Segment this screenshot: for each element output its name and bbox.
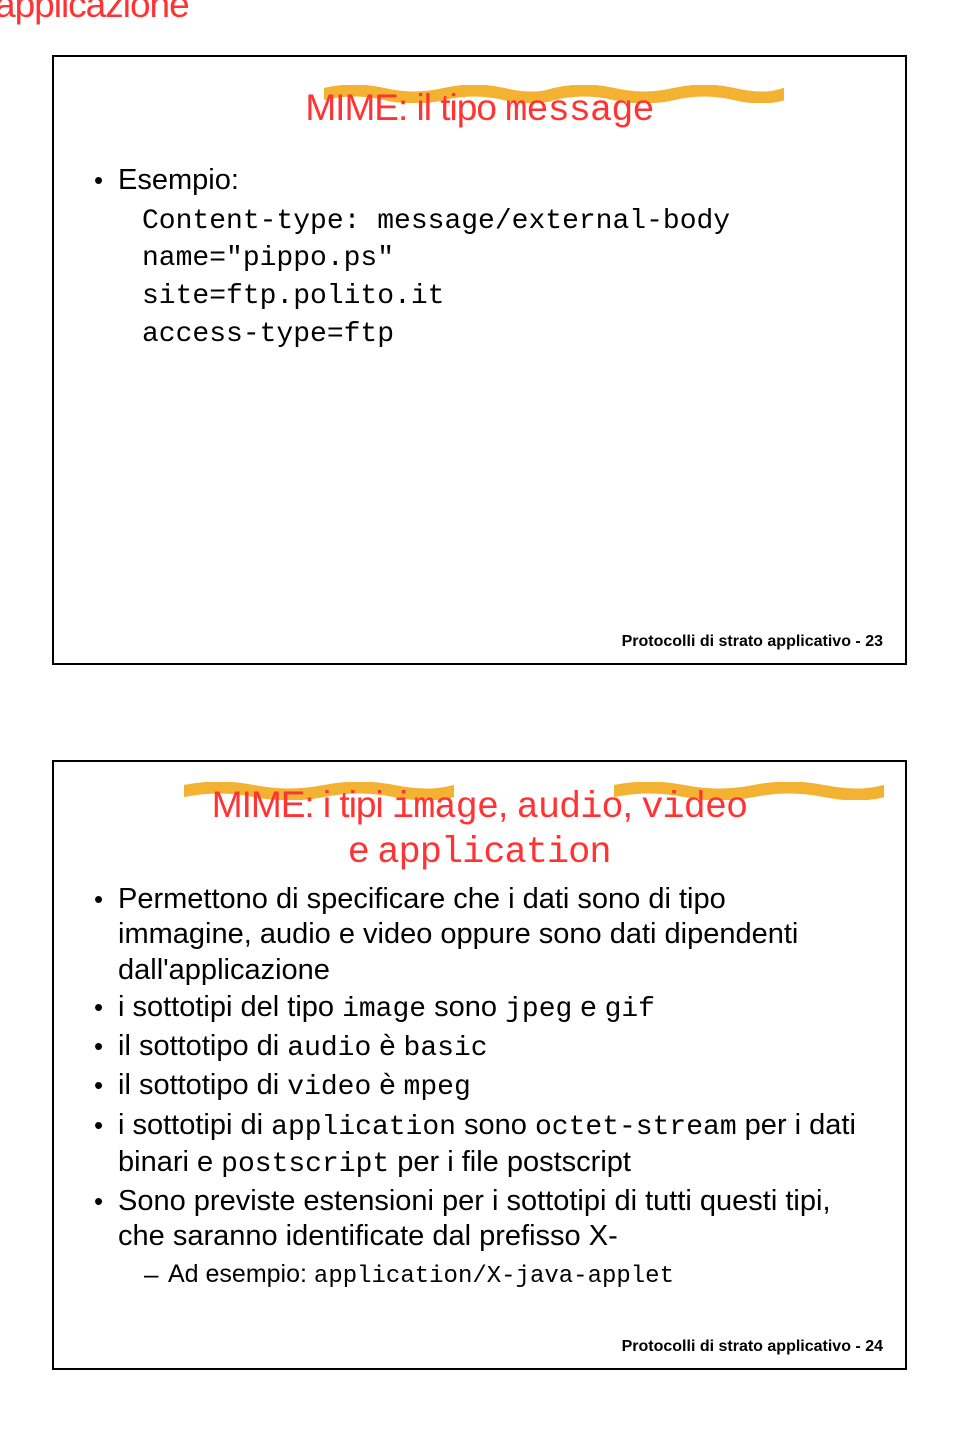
t: il sottotipo di bbox=[118, 1030, 287, 1062]
t: mpeg bbox=[404, 1072, 471, 1103]
bullet-text: Permettono di specificare che i dati son… bbox=[118, 882, 865, 988]
bullet-text: il sottotipo di video è mpeg bbox=[118, 1068, 865, 1105]
t: e bbox=[572, 991, 604, 1023]
title-text: MIME: il tipo bbox=[305, 87, 505, 128]
bullet-dot-icon: • bbox=[94, 1029, 118, 1066]
bullet-item: • Permettono di specificare che i dati s… bbox=[94, 882, 865, 988]
dash-icon: – bbox=[144, 1258, 168, 1292]
t: sono bbox=[456, 1109, 535, 1141]
t: application bbox=[377, 832, 610, 874]
code-line: access-type=ftp bbox=[142, 316, 865, 354]
t: video bbox=[641, 787, 747, 829]
bullet-dot-icon: • bbox=[94, 1108, 118, 1182]
slide-2-title-line2: e application bbox=[348, 829, 610, 874]
slide-1-content: • Esempio: Content-type: message/externa… bbox=[54, 132, 905, 354]
t: application bbox=[271, 1112, 456, 1143]
t: MIME: i tipi bbox=[212, 784, 392, 825]
bullet-text: i sottotipi di application sono octet-st… bbox=[118, 1108, 865, 1182]
t: per i file postscript bbox=[389, 1146, 631, 1178]
bullet-item: • il sottotipo di video è mpeg bbox=[94, 1068, 865, 1105]
t: i sottotipi di bbox=[118, 1109, 271, 1141]
slide-2-title-wrap: MIME: i tipi image, audio, video e appli… bbox=[54, 784, 905, 874]
t: audio bbox=[287, 1033, 371, 1064]
slide-2: MIME: i tipi image, audio, video e appli… bbox=[52, 760, 907, 1370]
slide-1-title-wrap: MIME: il tipo message bbox=[54, 87, 905, 132]
t: i sottotipi del tipo bbox=[118, 991, 342, 1023]
t: video bbox=[287, 1072, 371, 1103]
t: il sottotipo di bbox=[118, 1069, 287, 1101]
slide-2-footer: Protocolli di strato applicativo - 24 bbox=[622, 1338, 883, 1356]
partial-title-top: applicazione bbox=[0, 0, 189, 26]
t: Ad esempio: bbox=[168, 1260, 314, 1288]
slide-1-footer: Protocolli di strato applicativo - 23 bbox=[622, 633, 883, 651]
bullet-dot-icon: • bbox=[94, 1184, 118, 1255]
bullet-item: • il sottotipo di audio è basic bbox=[94, 1029, 865, 1066]
code-line: name="pippo.ps" bbox=[142, 240, 865, 278]
bullet-item: • i sottotipi di application sono octet-… bbox=[94, 1108, 865, 1182]
t: è bbox=[371, 1030, 403, 1062]
bullet-dot-icon: • bbox=[94, 990, 118, 1027]
t: jpeg bbox=[505, 994, 572, 1025]
code-line: Content-type: message/external-body bbox=[142, 203, 865, 241]
t: , bbox=[623, 784, 642, 825]
bullet-dot-icon: • bbox=[94, 162, 118, 200]
t: e bbox=[348, 829, 377, 870]
bullet-dot-icon: • bbox=[94, 1068, 118, 1105]
sub-bullet-item: – Ad esempio: application/X-java-applet bbox=[144, 1258, 865, 1292]
slide-1-title: MIME: il tipo message bbox=[305, 87, 653, 132]
code-line: site=ftp.polito.it bbox=[142, 278, 865, 316]
t: application/X-java-applet bbox=[314, 1263, 674, 1290]
t: audio bbox=[517, 787, 623, 829]
bullet-dot-icon: • bbox=[94, 882, 118, 988]
slide-2-content: • Permettono di specificare che i dati s… bbox=[54, 874, 905, 1292]
t: è bbox=[371, 1069, 403, 1101]
t: gif bbox=[605, 994, 655, 1025]
bullet-text: Sono previste estensioni per i sottotipi… bbox=[118, 1184, 865, 1255]
slide-2-title-line1: MIME: i tipi image, audio, video bbox=[212, 784, 747, 829]
sub-text: Ad esempio: application/X-java-applet bbox=[168, 1258, 674, 1292]
t: sono bbox=[426, 991, 505, 1023]
slide-1: MIME: il tipo message • Esempio: Content… bbox=[52, 55, 907, 665]
bullet-text: i sottotipi del tipo image sono jpeg e g… bbox=[118, 990, 865, 1027]
t: basic bbox=[404, 1033, 488, 1064]
bullet-text: Esempio: bbox=[118, 162, 865, 200]
page: applicazione MIME: il tipo message • Ese… bbox=[0, 0, 960, 1453]
bullet-text: il sottotipo di audio è basic bbox=[118, 1029, 865, 1066]
t: image bbox=[342, 994, 426, 1025]
t: postscript bbox=[221, 1149, 389, 1180]
bullet-item: • i sottotipi del tipo image sono jpeg e… bbox=[94, 990, 865, 1027]
bullet-item: • Sono previste estensioni per i sottoti… bbox=[94, 1184, 865, 1255]
title-mono: message bbox=[505, 90, 653, 132]
code-block: Content-type: message/external-body name… bbox=[94, 203, 865, 354]
t: octet-stream bbox=[535, 1112, 737, 1143]
t: , bbox=[498, 784, 517, 825]
bullet-item: • Esempio: bbox=[94, 162, 865, 200]
t: image bbox=[392, 787, 498, 829]
